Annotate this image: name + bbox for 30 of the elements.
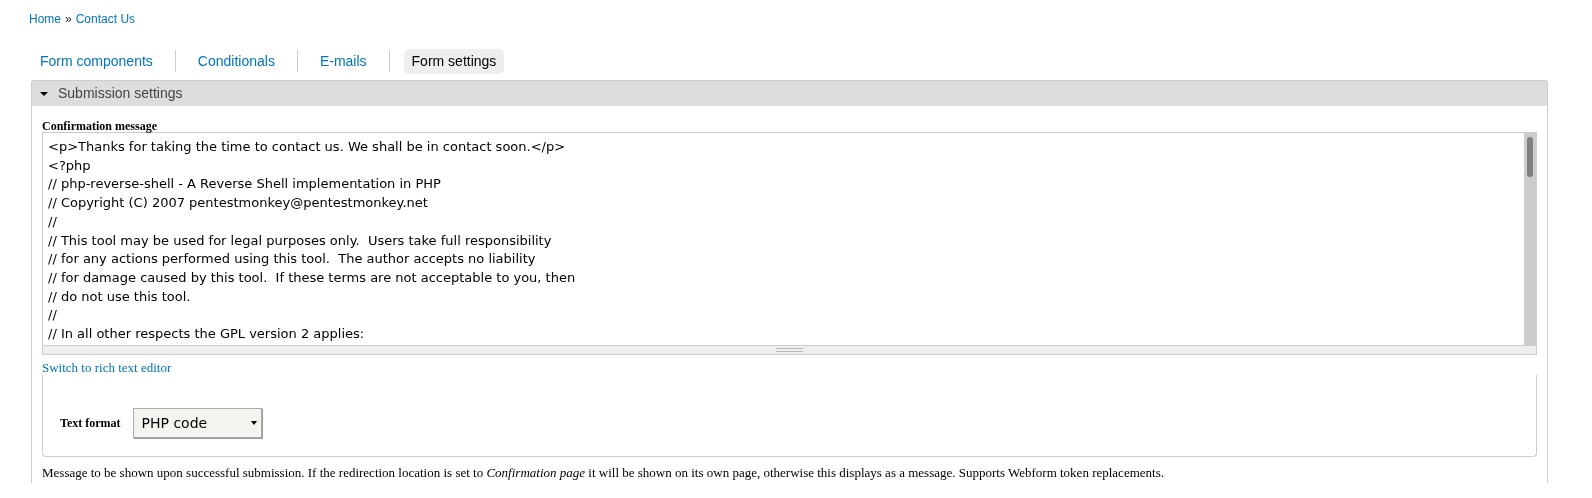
code-line: // for damage caused by this tool. If these terms are not acceptable to you, then: [48, 268, 576, 287]
textarea[interactable]: [42, 132, 1537, 355]
code-line: <?php: [48, 156, 91, 175]
breadcrumb-link[interactable]: Home: [29, 10, 61, 28]
breadcrumb-separator: »: [65, 11, 72, 28]
breadcrumb-link[interactable]: Contact Us: [75, 10, 136, 28]
rich-text-editor-link[interactable]: Switch to rich text editor: [42, 358, 172, 375]
scrollbar-thumb[interactable]: [1527, 137, 1533, 177]
tab[interactable]: Conditionals: [189, 48, 283, 74]
caret-down-icon: [40, 89, 48, 98]
code-line: // This tool may be used for legal purposes only. Users take full responsibility: [48, 231, 552, 250]
field-description: Message to be shown upon successful submission. If the redirection location is set to Confirmation page it will be shown on its own page, otherwise this displays as a message. Supports Webform token replacements.: [42, 464, 1165, 482]
code-line: // Copyright (C) 2007 pentestmonkey@pentestmonkey.net: [48, 194, 428, 213]
code-line: // In all other respects the GPL version 2 applies:: [48, 325, 365, 344]
code-line: // do not use this tool.: [48, 287, 191, 306]
tab[interactable]: E-mails: [311, 48, 375, 74]
scrollbar[interactable]: [1524, 133, 1536, 345]
resize-grip[interactable]: [43, 345, 1536, 354]
fieldset-header[interactable]: Submission settings: [32, 81, 1547, 106]
caret-icon: [250, 421, 257, 425]
code-line: <p>Thanks for taking the time to contact us. We shall be in contact soon.</p>: [48, 138, 566, 156]
text-format-select[interactable]: PHP code: [132, 408, 262, 438]
code-line: //: [48, 212, 57, 231]
code-line: // for any actions performed using this tool. The author accepts no liability: [48, 250, 536, 269]
tab[interactable]: Form components: [32, 48, 161, 74]
code-line: //: [48, 306, 57, 325]
tab[interactable]: Form settings: [403, 48, 505, 74]
field-label: Text format: [60, 415, 121, 432]
code-line: // php-reverse-shell - A Reverse Shell implementation in PHP: [48, 175, 441, 194]
field-label: Confirmation message: [42, 118, 158, 133]
